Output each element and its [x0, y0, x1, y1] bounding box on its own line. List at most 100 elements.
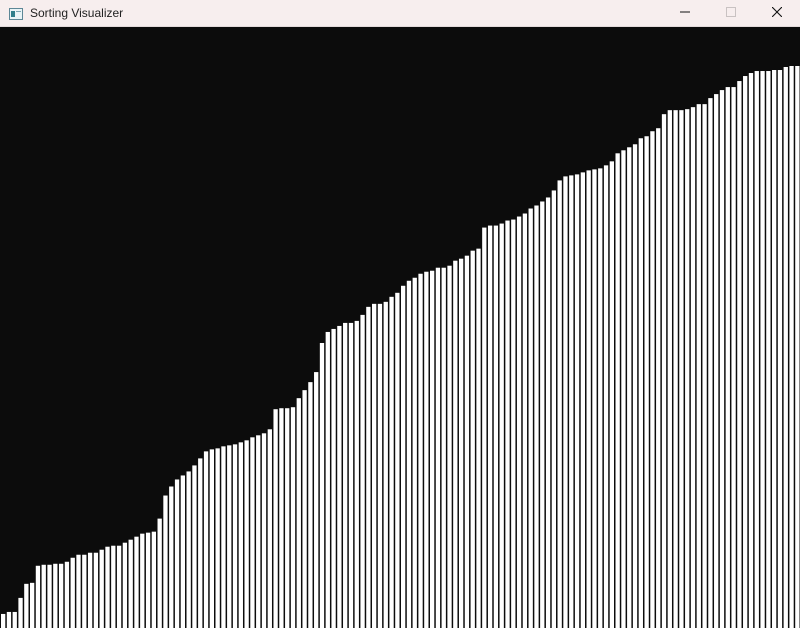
- bar-101: [586, 170, 591, 628]
- bar-68: [395, 292, 400, 628]
- bar-45: [261, 433, 267, 628]
- bar-102: [592, 169, 597, 628]
- bar-17: [99, 549, 104, 628]
- bar-81: [470, 250, 475, 628]
- bar-137: [795, 66, 800, 628]
- bar-126: [731, 87, 736, 628]
- bar-98: [569, 175, 574, 628]
- bar-125: [725, 87, 730, 628]
- bar-96: [557, 180, 562, 628]
- bar-122: [708, 98, 713, 628]
- close-button[interactable]: [754, 0, 800, 26]
- bar-33: [192, 465, 197, 628]
- bar-100: [580, 172, 586, 628]
- bar-90: [522, 213, 528, 628]
- bar-91: [528, 208, 533, 628]
- bar-77: [447, 265, 452, 628]
- bar-127: [737, 81, 742, 628]
- bar-64: [372, 303, 377, 628]
- bar-50: [290, 407, 296, 628]
- bar-85: [493, 225, 499, 628]
- close-icon: [771, 4, 783, 22]
- bar-36: [209, 449, 214, 628]
- bar-109: [632, 144, 638, 628]
- bar-82: [476, 248, 481, 628]
- bar-123: [714, 94, 719, 628]
- bar-72: [418, 273, 423, 628]
- bar-69: [401, 285, 406, 628]
- bar-3: [18, 597, 23, 628]
- bar-112: [650, 131, 655, 628]
- bar-24: [140, 533, 145, 628]
- bar-12: [70, 557, 75, 628]
- bar-2: [12, 611, 17, 628]
- bar-124: [719, 90, 725, 628]
- bar-74: [429, 270, 435, 628]
- bar-108: [627, 147, 632, 628]
- bar-26: [151, 531, 157, 628]
- bar-106: [615, 153, 620, 628]
- bar-120: [696, 104, 701, 628]
- bar-40: [232, 444, 238, 628]
- bar-71: [412, 277, 417, 628]
- bar-110: [638, 138, 643, 628]
- bar-49: [285, 408, 290, 628]
- bar-79: [458, 258, 464, 628]
- minimize-icon: [680, 4, 690, 22]
- bar-60: [348, 322, 354, 628]
- bar-16: [93, 552, 99, 628]
- bar-6: [35, 565, 41, 628]
- bar-20: [116, 545, 122, 628]
- bar-43: [250, 437, 255, 628]
- bar-38: [221, 446, 226, 628]
- bar-30: [174, 479, 180, 628]
- bar-10: [58, 563, 64, 628]
- bar-78: [453, 260, 458, 628]
- bar-88: [511, 219, 516, 628]
- bar-70: [406, 280, 412, 628]
- bar-53: [308, 382, 313, 628]
- title-bar[interactable]: Sorting Visualizer: [0, 0, 800, 27]
- bar-75: [435, 267, 441, 628]
- bar-118: [685, 109, 690, 628]
- bar-115: [667, 110, 672, 628]
- bar-129: [748, 73, 754, 628]
- bar-63: [366, 306, 371, 628]
- bar-0: [1, 613, 6, 628]
- bar-135: [783, 67, 788, 628]
- bar-132: [766, 71, 771, 628]
- bar-104: [603, 165, 609, 628]
- bar-42: [244, 440, 249, 628]
- bar-22: [128, 539, 133, 628]
- bar-84: [487, 225, 493, 628]
- bar-48: [279, 408, 284, 628]
- maximize-icon: [726, 4, 736, 22]
- bar-13: [76, 554, 81, 628]
- bar-8: [47, 564, 52, 628]
- bar-93: [540, 201, 545, 628]
- bar-103: [598, 168, 603, 628]
- bar-5: [29, 582, 35, 628]
- bar-67: [389, 296, 394, 628]
- bar-4: [24, 583, 29, 628]
- bar-9: [53, 563, 58, 628]
- minimize-button[interactable]: [662, 0, 708, 26]
- bar-105: [609, 161, 614, 628]
- bar-39: [227, 445, 232, 628]
- window-controls: [662, 0, 800, 26]
- bar-44: [256, 435, 261, 628]
- bar-83: [482, 227, 487, 628]
- bar-95: [551, 190, 557, 628]
- bar-62: [360, 314, 365, 628]
- bar-114: [661, 114, 667, 628]
- bar-21: [122, 542, 128, 628]
- bars-svg: [1, 66, 800, 628]
- bar-56: [325, 331, 330, 628]
- bar-134: [777, 70, 783, 628]
- bar-18: [105, 546, 110, 628]
- bar-11: [64, 561, 70, 628]
- bar-41: [238, 442, 243, 628]
- bar-59: [343, 322, 348, 628]
- bar-128: [743, 76, 748, 628]
- bar-35: [203, 451, 209, 628]
